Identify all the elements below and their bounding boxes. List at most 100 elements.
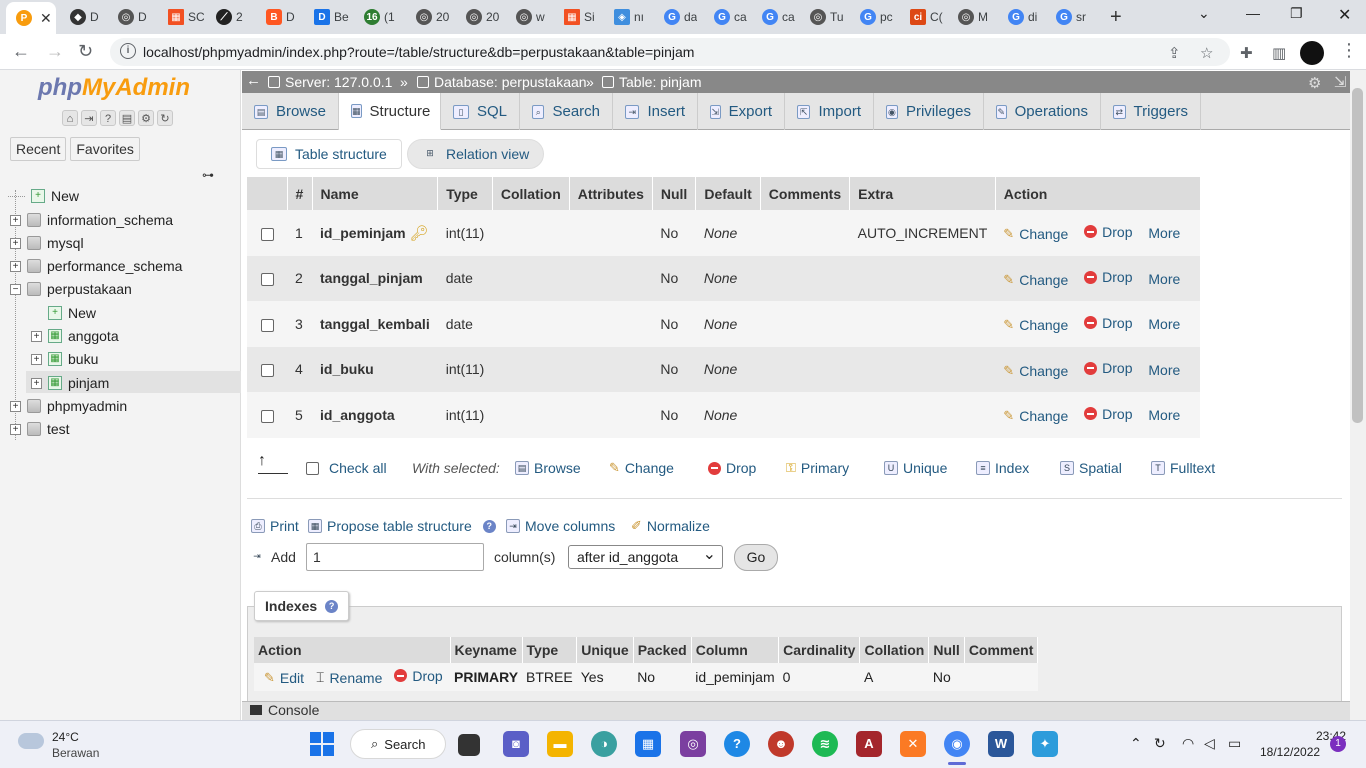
tree-item-test[interactable]: + test xyxy=(10,418,70,440)
tree-item-information-schema[interactable]: + information_schema xyxy=(10,209,173,231)
bulk-drop-button[interactable]: Drop xyxy=(708,460,756,476)
browser-tab[interactable]: ◎ 20 xyxy=(406,4,449,30)
chrome-icon[interactable]: ◉ xyxy=(944,731,970,757)
bookmark-star-icon[interactable]: ☆ xyxy=(1200,44,1213,62)
settings-gear-icon[interactable]: ⚙ xyxy=(138,110,154,126)
tool-app-icon[interactable]: ✦ xyxy=(1032,731,1058,757)
breadcrumb-database[interactable]: Database: perpustakaan xyxy=(417,74,587,90)
app-icon[interactable]: ◎ xyxy=(680,731,706,757)
console-toggle[interactable]: Console xyxy=(250,702,319,718)
drop-button[interactable]: Drop xyxy=(1084,224,1133,240)
normalize-link[interactable]: ✐ Normalize xyxy=(631,518,710,534)
weather-description[interactable]: Berawan xyxy=(52,746,99,760)
expand-icon[interactable]: + xyxy=(10,260,21,272)
add-columns-count-input[interactable] xyxy=(306,543,484,571)
row-checkbox[interactable] xyxy=(260,409,274,423)
browser-tab[interactable]: ◆ D xyxy=(60,4,99,30)
word-icon[interactable]: W xyxy=(988,731,1014,757)
change-button[interactable]: ✎ Change xyxy=(1003,363,1068,379)
help-app-icon[interactable]: ? xyxy=(724,731,750,757)
access-icon[interactable]: A xyxy=(856,731,882,757)
tab-export[interactable]: ⇲ Export xyxy=(698,93,785,130)
extensions-icon[interactable]: ✚ xyxy=(1240,44,1253,62)
tree-item-perpustakaan-new[interactable]: + New xyxy=(48,302,96,324)
toggle-menu-icon[interactable]: ⇲ xyxy=(1334,73,1347,91)
notification-badge[interactable]: 1 xyxy=(1330,736,1346,752)
browser-tab[interactable]: Gdi xyxy=(998,4,1037,30)
expand-icon[interactable]: + xyxy=(10,400,21,412)
tree-item-new[interactable]: + New xyxy=(8,185,79,207)
more-menu-icon[interactable]: ⋮ xyxy=(1340,40,1358,61)
start-windows-icon[interactable] xyxy=(310,732,334,756)
drop-button[interactable]: Drop xyxy=(1084,360,1133,376)
tree-item-phpmyadmin[interactable]: + phpmyadmin xyxy=(10,395,127,417)
propose-structure-link[interactable]: ▦ Propose table structure? xyxy=(308,518,496,534)
browser-tab[interactable]: Gda xyxy=(654,4,697,30)
browser-tab[interactable]: ▦ SC xyxy=(158,4,204,30)
back-icon[interactable]: ← xyxy=(12,41,30,62)
minimize-icon[interactable]: — xyxy=(1246,5,1260,21)
more-button[interactable]: More xyxy=(1148,407,1180,423)
profile-avatar[interactable] xyxy=(1300,41,1324,65)
collapse-icon[interactable]: − xyxy=(10,283,21,295)
tree-item-buku[interactable]: + ▦ buku xyxy=(31,348,98,370)
browser-tab[interactable]: ◎ w xyxy=(506,4,545,30)
browser-tab[interactable]: ci C( xyxy=(900,4,943,30)
clock-date[interactable]: 18/12/2022 xyxy=(1260,745,1320,759)
reload-icon[interactable]: ↻ xyxy=(78,41,93,62)
tab-privileges[interactable]: ◉ Privileges xyxy=(874,93,984,130)
link-with-main-panel-icon[interactable]: ⊶ xyxy=(202,168,214,182)
tree-item-pinjam[interactable]: + ▦ pinjam xyxy=(31,372,109,394)
home-icon[interactable]: ⌂ xyxy=(62,110,78,126)
more-button[interactable]: More xyxy=(1148,271,1180,287)
row-checkbox[interactable] xyxy=(260,227,274,241)
relation-view-subtab[interactable]: ⊞ Relation view xyxy=(407,139,545,169)
check-all[interactable]: Check all xyxy=(306,460,387,476)
share-icon[interactable]: ⇪ xyxy=(1168,44,1181,62)
page-settings-gear-icon[interactable]: ⚙ xyxy=(1308,74,1321,92)
browser-tab[interactable]: 16 (1 xyxy=(354,4,395,30)
site-info-icon[interactable]: i xyxy=(120,43,136,59)
bulk-index-button[interactable]: ≡ Index xyxy=(976,460,1029,476)
close-tab-icon[interactable]: ✕ xyxy=(40,10,52,27)
browser-tab[interactable]: Gca xyxy=(704,4,747,30)
volume-icon[interactable]: ◁ xyxy=(1204,735,1215,752)
browser-tab[interactable]: ◎ D xyxy=(108,4,147,30)
drop-button[interactable]: Drop xyxy=(1084,269,1133,285)
tree-item-perpustakaan[interactable]: − perpustakaan xyxy=(10,278,132,300)
docs-icon[interactable]: ▤ xyxy=(119,110,135,126)
sync-icon[interactable]: ↻ xyxy=(1154,735,1166,752)
url-text[interactable]: localhost/phpmyadmin/index.php?route=/ta… xyxy=(143,44,694,60)
bulk-primary-button[interactable]: ⚿ Primary xyxy=(786,460,849,476)
help-icon[interactable]: ? xyxy=(325,599,339,613)
browser-tab[interactable]: Gca xyxy=(752,4,795,30)
browser-tab[interactable]: ◈ nı xyxy=(604,4,644,30)
browser-tab[interactable]: ⟋ 2 xyxy=(206,4,243,30)
expand-icon[interactable]: + xyxy=(10,423,21,435)
tray-overflow-icon[interactable]: ⌃ xyxy=(1130,735,1142,752)
tab-browse[interactable]: ▤ Browse xyxy=(242,93,339,130)
help-icon[interactable]: ? xyxy=(482,519,496,533)
expand-icon[interactable]: + xyxy=(10,214,21,226)
tab-import[interactable]: ⇱ Import xyxy=(785,93,874,130)
browser-tab[interactable]: ◎ Tu xyxy=(800,4,844,30)
tree-item-anggota[interactable]: + ▦ anggota xyxy=(31,325,119,347)
forward-icon[interactable]: → xyxy=(46,41,64,62)
row-checkbox[interactable] xyxy=(260,273,274,287)
tab-operations[interactable]: ✎ Operations xyxy=(984,93,1101,130)
after-column-select[interactable]: after id_anggota xyxy=(568,544,723,569)
cloud-icon[interactable] xyxy=(18,733,44,749)
col-name-header[interactable]: Name xyxy=(312,177,439,210)
wifi-icon[interactable]: ◠ xyxy=(1182,735,1194,752)
expand-icon[interactable]: + xyxy=(31,377,42,389)
expand-icon[interactable]: + xyxy=(10,237,21,249)
bulk-browse-button[interactable]: ▤ Browse xyxy=(515,460,581,476)
close-window-icon[interactable]: ✕ xyxy=(1338,5,1351,25)
change-button[interactable]: ✎ Change xyxy=(1003,226,1068,242)
go-button[interactable]: Go xyxy=(734,544,778,571)
index-edit-button[interactable]: ✎ Edit xyxy=(264,670,304,686)
collapse-navigation-arrow-icon[interactable]: ← xyxy=(246,72,261,89)
reload-navigation-icon[interactable]: ↻ xyxy=(157,110,173,126)
more-button[interactable]: More xyxy=(1148,225,1180,241)
logout-icon[interactable]: ⇥ xyxy=(81,110,97,126)
